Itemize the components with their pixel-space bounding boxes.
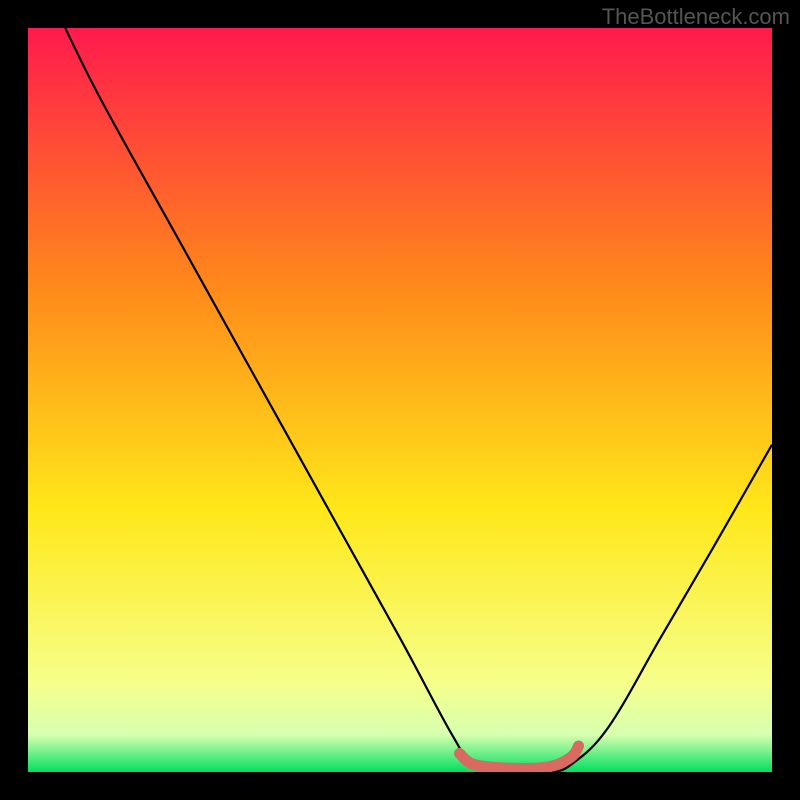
chart-svg	[28, 28, 772, 772]
watermark-text: TheBottleneck.com	[602, 4, 790, 30]
gradient-background	[28, 28, 772, 772]
bottleneck-chart	[28, 28, 772, 772]
